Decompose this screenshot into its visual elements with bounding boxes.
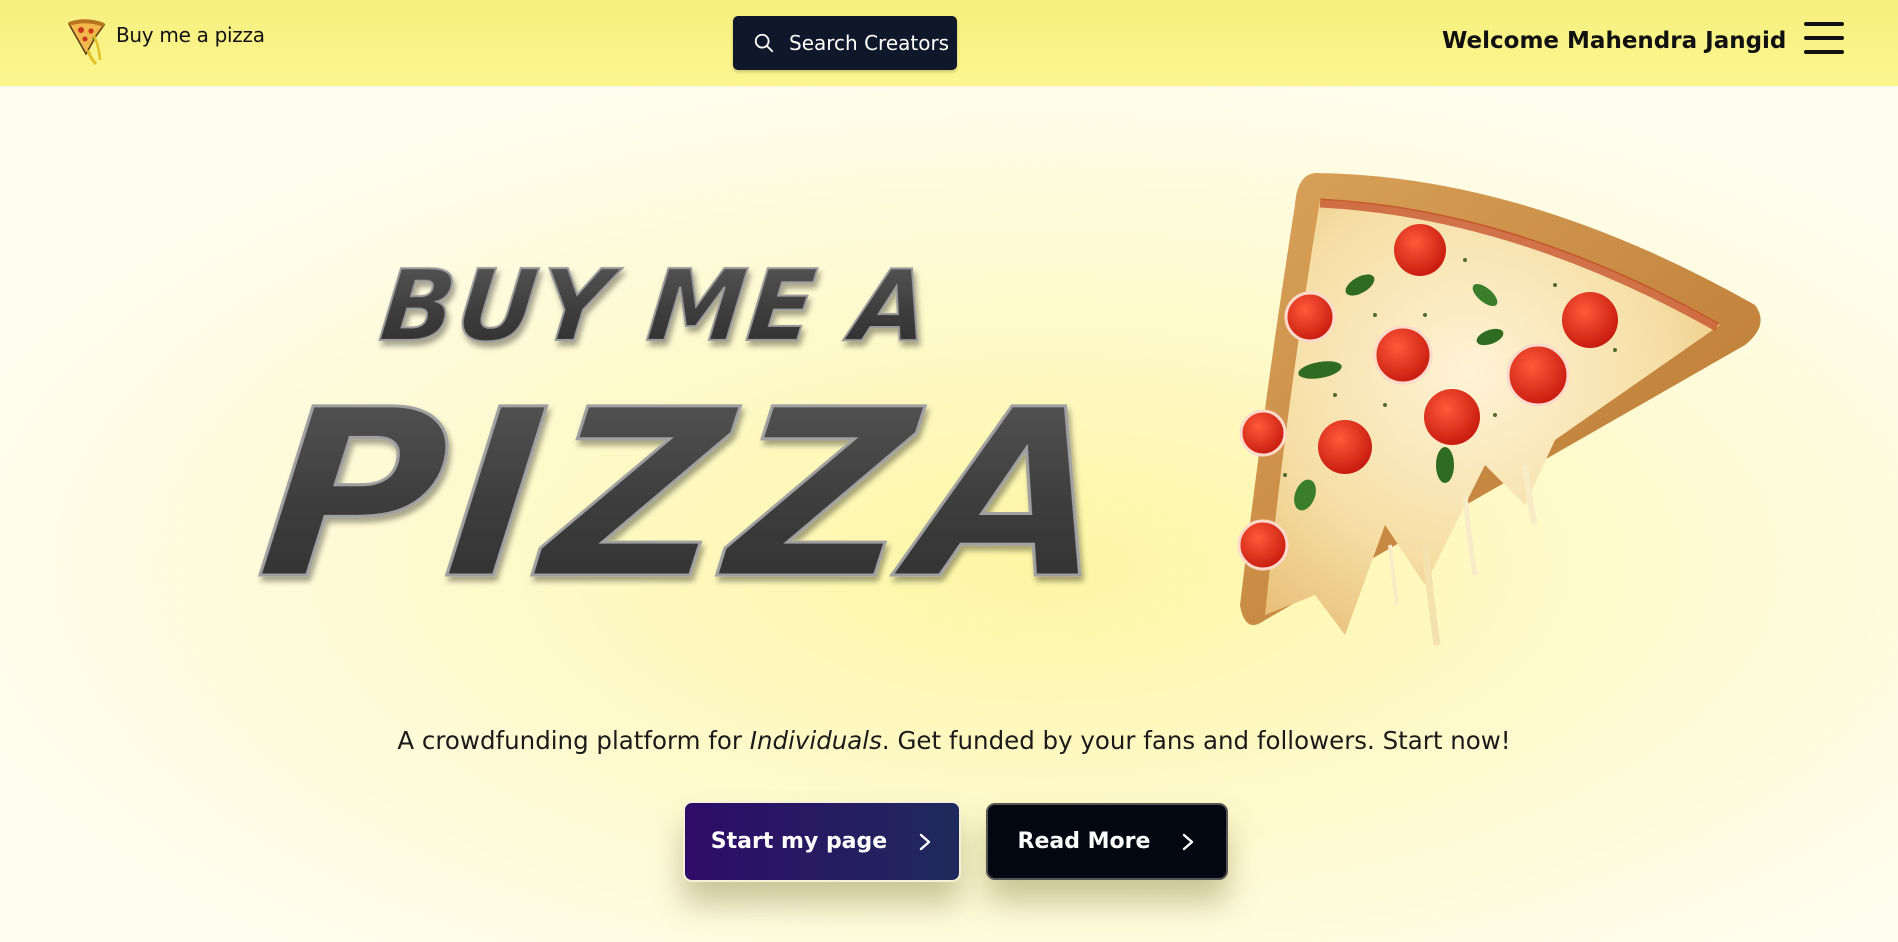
- hero-title-line1: BUY ME A: [375, 250, 937, 364]
- start-my-page-label: Start my page: [710, 829, 888, 854]
- tagline-text-end: . Get funded by your fans and followers.…: [881, 726, 1511, 755]
- search-icon: [754, 33, 774, 53]
- tagline-text-start: A crowdfunding platform for: [397, 726, 750, 755]
- welcome-text: Welcome Mahendra Jangid: [1442, 28, 1787, 54]
- chevron-right-icon: [920, 833, 931, 850]
- read-more-label: Read More: [1017, 829, 1151, 854]
- hero-title-line2: PIZZA: [249, 360, 1127, 630]
- hamburger-line: [1804, 36, 1844, 40]
- tagline-emphasis: Individuals: [749, 726, 882, 755]
- top-navbar: Buy me a pizza Search Creators Welcome M…: [0, 0, 1898, 86]
- chevron-right-icon: [1183, 833, 1194, 850]
- hero-tagline: A crowdfunding platform for Individuals.…: [0, 726, 1898, 755]
- read-more-button[interactable]: Read More: [986, 803, 1228, 880]
- pizza-slice-image: [1225, 165, 1765, 655]
- logo-link[interactable]: Buy me a pizza: [66, 16, 265, 68]
- start-my-page-button[interactable]: Start my page: [683, 801, 961, 882]
- pizza-logo-icon: [67, 19, 106, 66]
- hamburger-menu-icon: [1804, 22, 1844, 26]
- search-creators-label: Search Creators: [789, 31, 950, 55]
- hamburger-line: [1804, 50, 1844, 54]
- hero-title: BUY ME A PIZZA: [248, 240, 1180, 631]
- search-creators-button[interactable]: Search Creators: [733, 16, 957, 70]
- hamburger-menu-button[interactable]: [1803, 20, 1845, 56]
- logo-text: Buy me a pizza: [116, 23, 265, 47]
